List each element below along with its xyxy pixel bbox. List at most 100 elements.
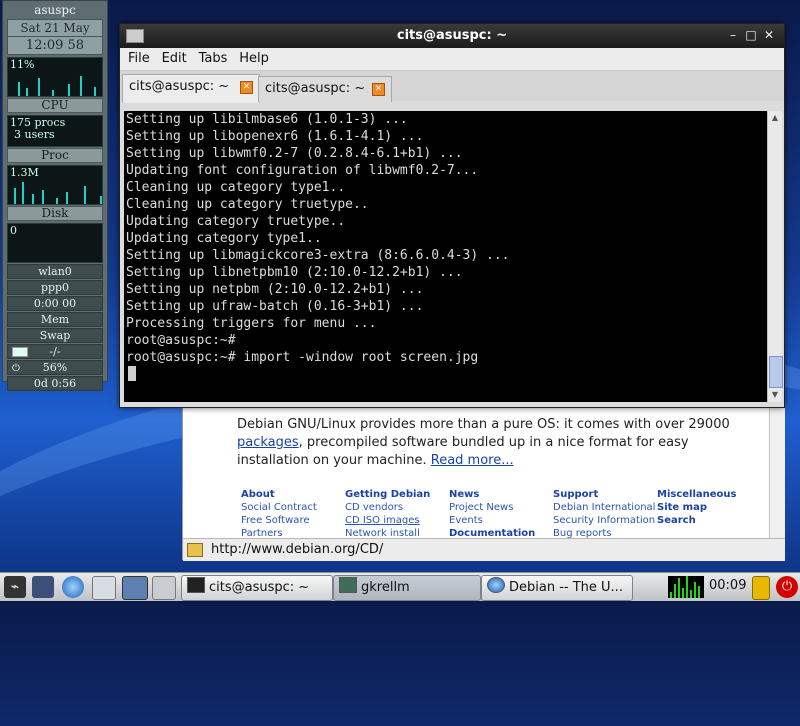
tab-1[interactable]: cits@asuspc: ~ ✕ — [122, 74, 260, 103]
column-heading[interactable]: Miscellaneous — [657, 488, 767, 501]
menubar: File Edit Tabs Help — [120, 48, 784, 71]
output-line: Cleaning up category type1.. — [126, 180, 346, 195]
terminal-titlebar[interactable]: cits@asuspc: ~ – □ ✕ — [120, 24, 784, 48]
menu-help[interactable]: Help — [239, 48, 269, 70]
terminal-scrollbar[interactable]: ▲ ▼ — [767, 111, 783, 402]
minimize-icon[interactable]: – — [726, 28, 740, 42]
status-url: http://www.debian.org/CD/ — [211, 542, 384, 557]
ppp-timer[interactable]: 0:00 00 — [7, 296, 103, 311]
desktop-icon[interactable] — [32, 576, 54, 598]
terminal-cursor — [128, 366, 136, 381]
window-title: cits@asuspc: ~ — [396, 28, 508, 43]
output-line: Setting up libwmf0.2-7 (0.2.8.4-6.1+b1) … — [126, 146, 463, 161]
prompt-line: root@asuspc:~# — [126, 333, 236, 348]
proc-label: Proc — [7, 148, 103, 163]
tab-close-icon[interactable]: ✕ — [372, 83, 385, 96]
link-column-news: News Project News Events Documentation — [449, 488, 559, 540]
menu-file[interactable]: File — [128, 48, 150, 70]
task-gkrellm[interactable]: gkrellm — [333, 575, 481, 601]
tab-close-icon[interactable]: ✕ — [240, 81, 253, 94]
window-switcher-icon[interactable] — [92, 576, 116, 600]
output-line: Processing triggers for menu ... — [126, 316, 377, 331]
proc-graph: 175 procs 3 users — [7, 115, 103, 147]
column-heading[interactable]: Getting Debian — [345, 488, 455, 501]
battery-value: 56% — [42, 361, 68, 374]
task-label: gkrellm — [361, 580, 410, 595]
output-line: Setting up libnetpbm10 (2:10.0-12.2+b1) … — [126, 265, 463, 280]
cursor-line — [124, 366, 767, 383]
column-heading[interactable]: About — [241, 488, 351, 501]
mail-counter[interactable]: -/- — [7, 344, 103, 359]
column-link[interactable]: Site map — [657, 501, 767, 514]
packages-link[interactable]: packages — [237, 435, 299, 450]
task-label: cits@asuspc: ~ — [209, 580, 310, 595]
terminal-output[interactable]: Setting up libilmbase6 (1.0.1-3) ... Set… — [124, 111, 767, 402]
browser-icon[interactable] — [62, 576, 84, 598]
disk-rate: 1.3M — [10, 166, 39, 179]
mail-value: -/- — [49, 345, 61, 358]
output-line: Setting up libilmbase6 (1.0.1-3) ... — [126, 112, 408, 127]
menu-edit[interactable]: Edit — [162, 48, 187, 70]
terminal-icon — [187, 577, 205, 593]
time-display: 12:09 58 — [7, 37, 103, 55]
gkrellm-monitor[interactable]: asuspc Sat 21 May 12:09 58 11% CPU 175 p… — [2, 0, 108, 391]
lock-icon — [187, 543, 203, 557]
start-menu-icon[interactable]: ⌁ — [4, 576, 26, 598]
clock[interactable]: 00:09 — [709, 578, 746, 593]
workspace-pager-icon-2[interactable] — [152, 576, 176, 600]
browser-window: Debian GNU/Linux provides more than a pu… — [182, 406, 785, 561]
column-heading[interactable]: News — [449, 488, 559, 501]
command-line: root@asuspc:~# import -window root scree… — [126, 350, 479, 365]
terminal-window[interactable]: cits@asuspc: ~ – □ ✕ File Edit Tabs Help… — [119, 23, 785, 408]
output-line: Setting up libopenexr6 (1.6.1-4.1) ... — [126, 129, 424, 144]
gkrellm-icon — [339, 577, 357, 593]
link-column-getting-debian: Getting Debian CD vendors CD ISO images … — [345, 488, 455, 540]
tab-label: cits@asuspc: ~ — [129, 79, 230, 94]
column-link[interactable]: Debian International — [553, 501, 663, 514]
column-link[interactable]: Project News — [449, 501, 559, 514]
users-count: 3 users — [14, 128, 55, 141]
workspace-pager-icon[interactable] — [122, 576, 148, 600]
link-column-support: Support Debian International Security In… — [553, 488, 663, 540]
scroll-up-icon[interactable]: ▲ — [769, 112, 781, 124]
tab-2[interactable]: cits@asuspc: ~ ✕ — [258, 76, 392, 102]
output-line: Setting up netpbm (2:10.0-12.2+b1) ... — [126, 282, 424, 297]
intro-text: Debian GNU/Linux provides more than a pu… — [237, 417, 730, 432]
column-link[interactable]: Free Software — [241, 514, 351, 527]
taskbar: ⌁ cits@asuspc: ~ gkrellm Debian -- The U… — [0, 572, 800, 601]
hostname: asuspc — [34, 3, 76, 17]
lock-screen-icon[interactable] — [752, 576, 770, 600]
output-line: Updating category truetype.. — [126, 214, 346, 229]
link-column-about: About Social Contract Free Software Part… — [241, 488, 351, 540]
output-line: Setting up libmagickcore3-extra (8:6.6.0… — [126, 248, 510, 263]
swap-label: Swap — [7, 328, 103, 343]
power-icon[interactable]: ⏻ — [776, 576, 798, 598]
column-link[interactable]: Social Contract — [241, 501, 351, 514]
wlan-label: wlan0 — [7, 264, 103, 279]
task-browser[interactable]: Debian -- The U... — [481, 575, 633, 601]
browser-icon — [487, 577, 505, 593]
column-link[interactable]: CD vendors — [345, 501, 455, 514]
close-icon[interactable]: ✕ — [762, 28, 776, 42]
column-link[interactable]: Events — [449, 514, 559, 527]
maximize-icon[interactable]: □ — [744, 28, 758, 42]
ppp-label: ppp0 — [7, 280, 103, 295]
plug-icon: ⏻ — [12, 363, 20, 374]
scroll-down-icon[interactable]: ▼ — [769, 389, 781, 401]
task-label: Debian -- The U... — [509, 580, 623, 595]
disk-graph: 1.3M — [7, 165, 103, 205]
net-value: 0 — [10, 224, 17, 237]
battery-meter: ⏻ 56% — [7, 360, 103, 375]
column-heading[interactable]: Support — [553, 488, 663, 501]
menu-tabs[interactable]: Tabs — [199, 48, 228, 70]
browser-scrollbar[interactable] — [769, 406, 785, 538]
uptime: 0d 0:56 — [7, 376, 103, 391]
task-terminal[interactable]: cits@asuspc: ~ — [181, 575, 333, 601]
column-link[interactable]: Search — [657, 514, 767, 527]
scrollbar-thumb[interactable] — [769, 356, 783, 388]
cpu-percent: 11% — [10, 58, 35, 71]
mail-icon — [12, 347, 28, 357]
read-more-link[interactable]: Read more... — [431, 453, 514, 468]
column-link[interactable]: CD ISO images — [345, 514, 455, 527]
column-link[interactable]: Security Information — [553, 514, 663, 527]
